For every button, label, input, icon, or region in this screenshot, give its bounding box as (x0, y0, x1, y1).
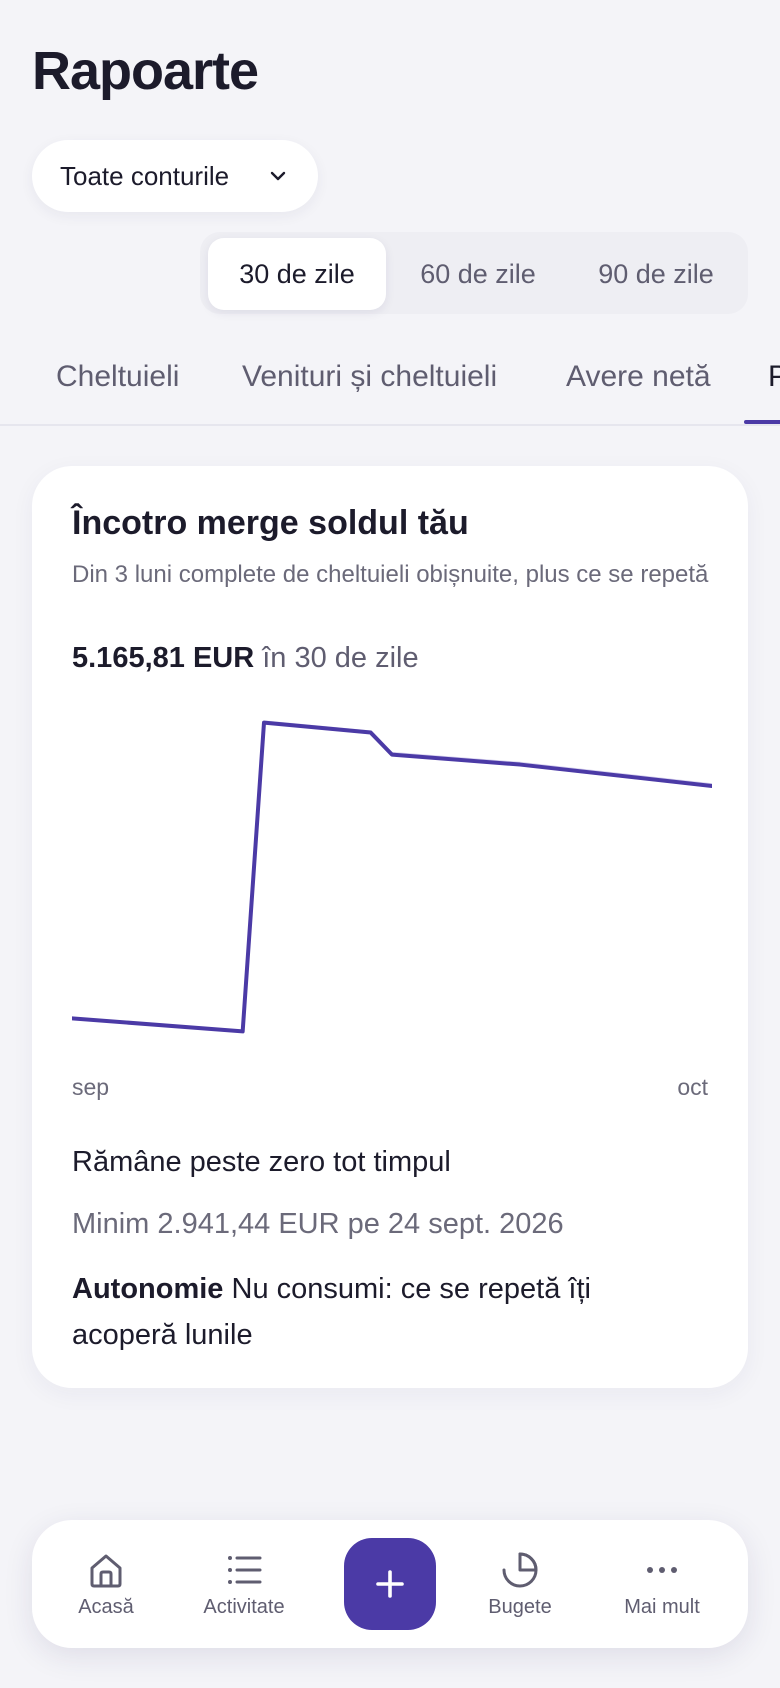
bottom-navigation: Acasă Activitate Bugete Mai mult (32, 1520, 748, 1648)
more-icon (647, 1566, 677, 1573)
pie-chart-icon (502, 1552, 538, 1587)
active-tab-indicator (744, 420, 780, 424)
nav-more[interactable]: Mai mult (602, 1520, 722, 1648)
projected-amount: 5.165,81 EUR (72, 642, 255, 674)
nav-budgets[interactable]: Bugete (460, 1520, 580, 1648)
nav-home-label: Acasă (78, 1595, 134, 1618)
balance-forecast-chart (72, 720, 712, 1034)
period-selector: 30 de zile 60 de zile 90 de zile (200, 232, 748, 314)
nav-activity[interactable]: Activitate (184, 1520, 304, 1648)
card-subtitle: Din 3 luni complete de cheltuieli obișnu… (72, 561, 709, 588)
tab-income-expenses[interactable]: Venituri și cheltuieli (242, 360, 497, 394)
autonomy-text: Autonomie Nu consumi: ce se repetă îți a… (72, 1266, 672, 1358)
tab-net-worth[interactable]: Avere netă (566, 360, 711, 394)
x-axis-label-end: oct (677, 1074, 708, 1100)
add-transaction-button[interactable] (344, 1538, 436, 1630)
period-60-days[interactable]: 60 de zile (390, 238, 566, 310)
nav-budgets-label: Bugete (488, 1595, 552, 1618)
account-filter-label: Toate conturile (60, 160, 230, 191)
report-tabs: Cheltuieli Venituri și cheltuieli Avere … (0, 340, 780, 426)
plus-icon (376, 1570, 404, 1598)
status-text: Rămâne peste zero tot timpul (72, 1146, 451, 1178)
home-icon (90, 1554, 122, 1587)
chevron-down-icon (270, 171, 286, 181)
minimum-balance-text: Minim 2.941,44 EUR pe 24 sept. 2026 (72, 1208, 564, 1240)
period-30-days[interactable]: 30 de zile (208, 238, 386, 310)
card-title: Încotro merge soldul tău (72, 504, 469, 542)
nav-more-label: Mai mult (624, 1595, 700, 1618)
projected-balance: 5.165,81 EUR în 30 de zile (72, 642, 419, 675)
period-90-days[interactable]: 90 de zile (568, 238, 744, 310)
nav-activity-label: Activitate (203, 1595, 285, 1618)
nav-home[interactable]: Acasă (46, 1520, 166, 1648)
tab-forecast[interactable]: P (768, 360, 780, 394)
autonomy-label: Autonomie (72, 1273, 224, 1305)
forecast-confidence-band (72, 720, 712, 1032)
tab-expenses[interactable]: Cheltuieli (56, 360, 179, 394)
page-title: Rapoarte (32, 41, 259, 101)
reports-screen: Rapoarte Toate conturile 30 de zile 60 d… (0, 0, 780, 1688)
list-icon (228, 1555, 262, 1584)
account-filter-dropdown[interactable]: Toate conturile (32, 140, 318, 212)
x-axis-label-start: sep (72, 1074, 110, 1100)
forecast-balance-line (72, 720, 712, 1034)
projected-period: în 30 de zile (262, 642, 419, 674)
balance-forecast-card: Încotro merge soldul tău Din 3 luni comp… (32, 466, 748, 1388)
